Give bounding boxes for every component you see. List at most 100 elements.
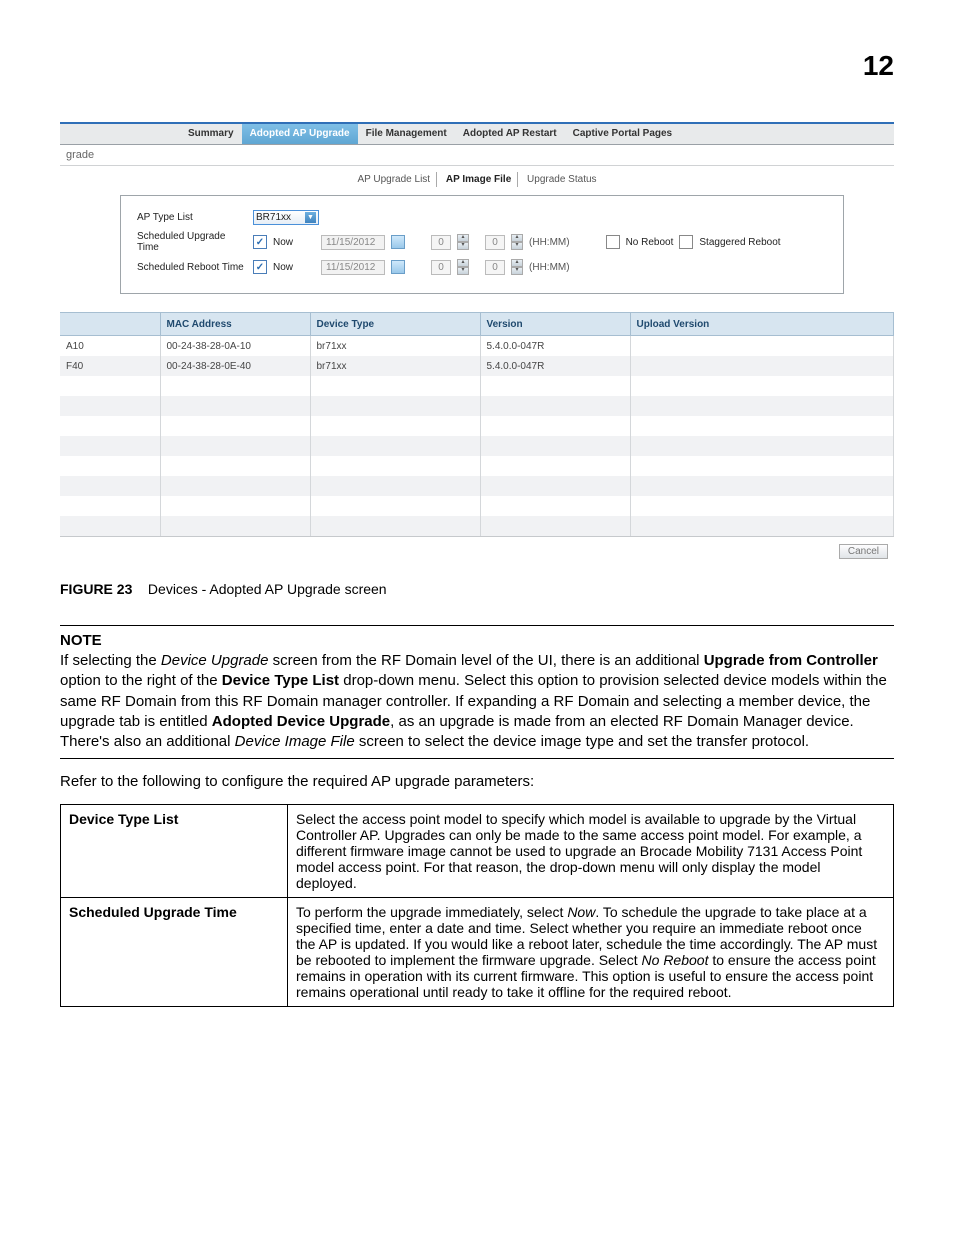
device-table: MAC Address Device Type Version Upload V… xyxy=(60,312,894,536)
subtab-ap-image-file[interactable]: AP Image File xyxy=(440,172,518,187)
upgrade-date-input[interactable]: 11/15/2012 xyxy=(321,235,385,250)
tab-captive-portal-pages[interactable]: Captive Portal Pages xyxy=(565,124,680,144)
tab-adopted-ap-upgrade[interactable]: Adopted AP Upgrade xyxy=(242,124,358,144)
upgrade-hour-input[interactable]: 0 xyxy=(431,235,451,250)
table-cell xyxy=(630,516,894,536)
min-spinner[interactable]: ▴▾ xyxy=(511,234,523,250)
table-cell xyxy=(480,516,630,536)
tab-summary[interactable]: Summary xyxy=(180,124,242,144)
hhmm-label-1: (HH:MM) xyxy=(529,237,570,248)
col-blank[interactable] xyxy=(60,313,160,336)
table-cell xyxy=(630,376,894,396)
table-cell xyxy=(160,516,310,536)
def-row: Scheduled Upgrade Time To perform the up… xyxy=(61,898,894,1007)
table-cell: 00-24-38-28-0E-40 xyxy=(160,356,310,376)
table-cell xyxy=(310,436,480,456)
table-cell xyxy=(310,456,480,476)
table-cell xyxy=(630,356,894,376)
table-footer: Cancel xyxy=(60,536,894,561)
table-cell xyxy=(60,436,160,456)
note-heading: NOTE xyxy=(60,632,894,649)
note-body: If selecting the Device Upgrade screen f… xyxy=(60,651,894,752)
col-upload-version[interactable]: Upload Version xyxy=(630,313,894,336)
no-reboot-label: No Reboot xyxy=(626,237,674,248)
figure-label: FIGURE 23 xyxy=(60,581,132,597)
ap-type-value: BR71xx xyxy=(256,212,291,223)
tab-adopted-ap-restart[interactable]: Adopted AP Restart xyxy=(455,124,565,144)
divider xyxy=(60,625,894,626)
now-reboot-checkbox[interactable]: ✓ xyxy=(253,260,267,274)
table-row[interactable]: A1000-24-38-28-0A-10br71xx5.4.0.0-047R xyxy=(60,336,894,357)
def-term-device-type-list: Device Type List xyxy=(61,805,288,898)
now-upgrade-checkbox[interactable]: ✓ xyxy=(253,235,267,249)
col-mac[interactable]: MAC Address xyxy=(160,313,310,336)
reboot-hour-input[interactable]: 0 xyxy=(431,260,451,275)
intro-paragraph: Refer to the following to configure the … xyxy=(60,773,894,790)
subtab-upgrade-status[interactable]: Upgrade Status xyxy=(521,172,603,187)
staggered-reboot-checkbox[interactable] xyxy=(679,235,693,249)
table-cell xyxy=(480,476,630,496)
table-row xyxy=(60,476,894,496)
table-row xyxy=(60,376,894,396)
col-version[interactable]: Version xyxy=(480,313,630,336)
cancel-button[interactable]: Cancel xyxy=(839,544,888,559)
table-cell xyxy=(630,456,894,476)
table-cell: br71xx xyxy=(310,356,480,376)
table-row xyxy=(60,396,894,416)
table-cell xyxy=(480,436,630,456)
table-cell: F40 xyxy=(60,356,160,376)
table-cell: br71xx xyxy=(310,336,480,357)
table-cell xyxy=(480,396,630,416)
table-row xyxy=(60,456,894,476)
reboot-date-input[interactable]: 11/15/2012 xyxy=(321,260,385,275)
table-cell xyxy=(60,456,160,476)
table-cell xyxy=(60,496,160,516)
definitions-table: Device Type List Select the access point… xyxy=(60,804,894,1007)
table-cell xyxy=(480,456,630,476)
table-cell xyxy=(480,496,630,516)
col-device-type[interactable]: Device Type xyxy=(310,313,480,336)
page-number: 12 xyxy=(60,50,894,82)
table-cell xyxy=(160,376,310,396)
table-cell: 00-24-38-28-0A-10 xyxy=(160,336,310,357)
table-cell xyxy=(310,496,480,516)
def-row: Device Type List Select the access point… xyxy=(61,805,894,898)
sched-upgrade-label: Scheduled Upgrade Time xyxy=(137,231,247,253)
upgrade-min-input[interactable]: 0 xyxy=(485,235,505,250)
hour-spinner-2[interactable]: ▴▾ xyxy=(457,259,469,275)
table-cell xyxy=(630,436,894,456)
table-row[interactable]: F4000-24-38-28-0E-40br71xx5.4.0.0-047R xyxy=(60,356,894,376)
figure-text: Devices - Adopted AP Upgrade screen xyxy=(148,581,387,597)
table-cell xyxy=(630,496,894,516)
calendar-icon-2[interactable] xyxy=(391,260,405,274)
subtab-bar: AP Upgrade List AP Image File Upgrade St… xyxy=(60,166,894,195)
table-row xyxy=(60,496,894,516)
no-reboot-checkbox[interactable] xyxy=(606,235,620,249)
table-row xyxy=(60,516,894,536)
def-desc-scheduled-upgrade: To perform the upgrade immediately, sele… xyxy=(288,898,894,1007)
table-cell xyxy=(60,396,160,416)
table-cell xyxy=(630,396,894,416)
config-panel: AP Type List BR71xx ▼ Scheduled Upgrade … xyxy=(120,195,844,294)
screenshot-panel: Summary Adopted AP Upgrade File Manageme… xyxy=(60,122,894,561)
table-cell xyxy=(310,476,480,496)
figure-caption: FIGURE 23 Devices - Adopted AP Upgrade s… xyxy=(60,581,894,597)
table-header-row: MAC Address Device Type Version Upload V… xyxy=(60,313,894,336)
now-label-2: Now xyxy=(273,262,293,273)
table-cell xyxy=(310,416,480,436)
table-cell xyxy=(480,416,630,436)
reboot-min-input[interactable]: 0 xyxy=(485,260,505,275)
table-cell xyxy=(160,416,310,436)
hour-spinner[interactable]: ▴▾ xyxy=(457,234,469,250)
min-spinner-2[interactable]: ▴▾ xyxy=(511,259,523,275)
table-cell xyxy=(60,476,160,496)
now-label-1: Now xyxy=(273,237,293,248)
table-cell xyxy=(160,476,310,496)
table-cell xyxy=(60,516,160,536)
tab-file-management[interactable]: File Management xyxy=(358,124,455,144)
ap-type-list-select[interactable]: BR71xx ▼ xyxy=(253,210,319,225)
subtab-ap-upgrade-list[interactable]: AP Upgrade List xyxy=(351,172,437,187)
chevron-down-icon: ▼ xyxy=(305,212,316,223)
calendar-icon[interactable] xyxy=(391,235,405,249)
table-cell xyxy=(630,336,894,357)
